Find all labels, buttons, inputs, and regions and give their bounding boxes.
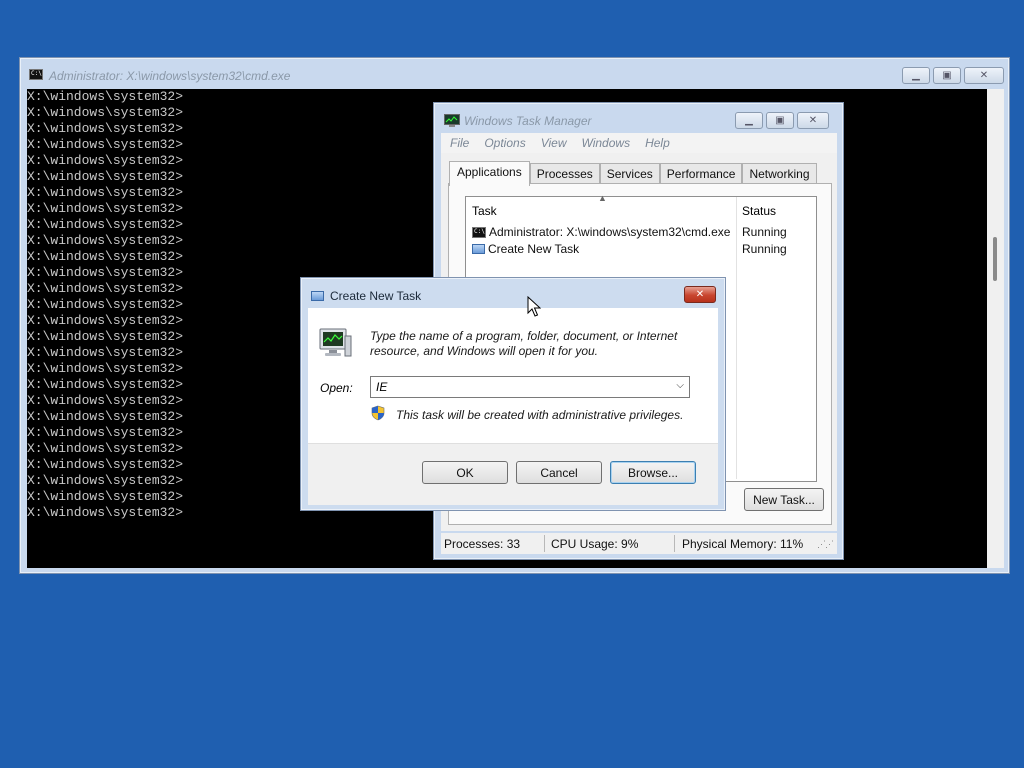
ok-button[interactable]: OK — [422, 461, 508, 484]
status-cpu: CPU Usage: 9% — [551, 537, 639, 551]
list-item-task: Administrator: X:\windows\system32\cmd.e… — [489, 225, 731, 239]
app-window-icon — [472, 244, 485, 254]
admin-privileges-note: This task will be created with administr… — [396, 408, 684, 422]
close-icon: ✕ — [979, 70, 989, 81]
list-item[interactable]: C:\ Administrator: X:\windows\system32\c… — [472, 225, 812, 241]
dialog-description: Type the name of a program, folder, docu… — [370, 329, 678, 358]
menu-file[interactable]: File — [450, 136, 469, 150]
scrollbar-thumb[interactable] — [993, 237, 997, 281]
new-task-button[interactable]: New Task... — [744, 488, 824, 511]
column-header-task[interactable]: Task — [472, 204, 497, 218]
mouse-cursor-icon — [527, 296, 541, 317]
dialog-titlebar[interactable]: Create New Task ✕ — [301, 278, 725, 308]
taskmgr-title: Windows Task Manager — [464, 114, 592, 128]
run-program-icon — [319, 328, 352, 357]
dialog-title: Create New Task — [330, 289, 422, 303]
taskmgr-statusbar: Processes: 33 CPU Usage: 9% Physical Mem… — [441, 533, 837, 554]
close-icon: ✕ — [695, 289, 705, 300]
menu-options[interactable]: Options — [484, 136, 525, 150]
close-icon: ✕ — [808, 115, 818, 126]
menu-help[interactable]: Help — [645, 136, 670, 150]
list-item[interactable]: Create New Task Running — [472, 242, 812, 258]
status-divider — [544, 535, 545, 552]
dialog-close-button[interactable]: ✕ — [684, 286, 716, 303]
menu-windows[interactable]: Windows — [582, 136, 631, 150]
open-input[interactable] — [376, 378, 656, 396]
open-label: Open: — [320, 381, 353, 395]
dialog-footer: OK Cancel Browse... — [308, 443, 718, 505]
taskmgr-maximize-button[interactable]: ▣ — [766, 112, 794, 129]
tab-networking[interactable]: Networking — [742, 163, 817, 185]
column-header-status[interactable]: Status — [742, 204, 776, 218]
cmd-titlebar[interactable]: C:\ Administrator: X:\windows\system32\c… — [20, 58, 1009, 88]
open-combobox[interactable]: ⌵ — [370, 376, 690, 398]
taskmgr-titlebar[interactable]: Windows Task Manager ▁ ▣ ✕ — [434, 103, 843, 133]
status-memory: Physical Memory: 11% — [682, 537, 804, 551]
tab-performance[interactable]: Performance — [659, 163, 743, 185]
list-item-status: Running — [742, 242, 787, 256]
uac-shield-icon — [371, 405, 385, 421]
status-processes: Processes: 33 — [444, 537, 521, 551]
list-item-status: Running — [742, 225, 787, 239]
taskmgr-close-button[interactable]: ✕ — [797, 112, 829, 129]
tab-applications[interactable]: Applications — [449, 161, 530, 186]
app-window-icon — [311, 291, 324, 301]
browse-button[interactable]: Browse... — [610, 461, 696, 484]
dialog-client: Type the name of a program, folder, docu… — [308, 308, 718, 505]
tab-processes[interactable]: Processes — [529, 163, 600, 185]
taskmgr-minimize-button[interactable]: ▁ — [735, 112, 763, 129]
list-item-task: Create New Task — [488, 242, 580, 256]
minimize-icon: ▁ — [745, 115, 753, 126]
maximize-icon: ▣ — [942, 70, 952, 81]
taskmgr-menubar: File Options View Windows Help — [441, 133, 837, 153]
create-new-task-dialog[interactable]: Create New Task ✕ Type the name of a pro… — [300, 277, 726, 511]
chevron-down-icon[interactable]: ⌵ — [676, 380, 684, 391]
list-header: ▲ Task Status — [466, 193, 816, 219]
cancel-button[interactable]: Cancel — [516, 461, 602, 484]
cmd-icon: C:\ — [472, 226, 486, 238]
status-divider — [674, 535, 675, 552]
sort-up-icon: ▲ — [598, 193, 607, 203]
cmd-icon: C:\ — [29, 69, 43, 80]
cmd-maximize-button[interactable]: ▣ — [933, 67, 961, 84]
console-scrollbar[interactable] — [987, 89, 1004, 568]
task-manager-icon — [444, 114, 460, 127]
maximize-icon: ▣ — [775, 115, 785, 126]
cmd-close-button[interactable]: ✕ — [964, 67, 1004, 84]
resize-grip-icon[interactable]: ⋰⋰ — [817, 539, 834, 550]
minimize-icon: ▁ — [912, 70, 920, 81]
cmd-title: Administrator: X:\windows\system32\cmd.e… — [49, 69, 291, 83]
menu-view[interactable]: View — [541, 136, 567, 150]
tab-services[interactable]: Services — [599, 163, 660, 185]
cmd-minimize-button[interactable]: ▁ — [902, 67, 930, 84]
